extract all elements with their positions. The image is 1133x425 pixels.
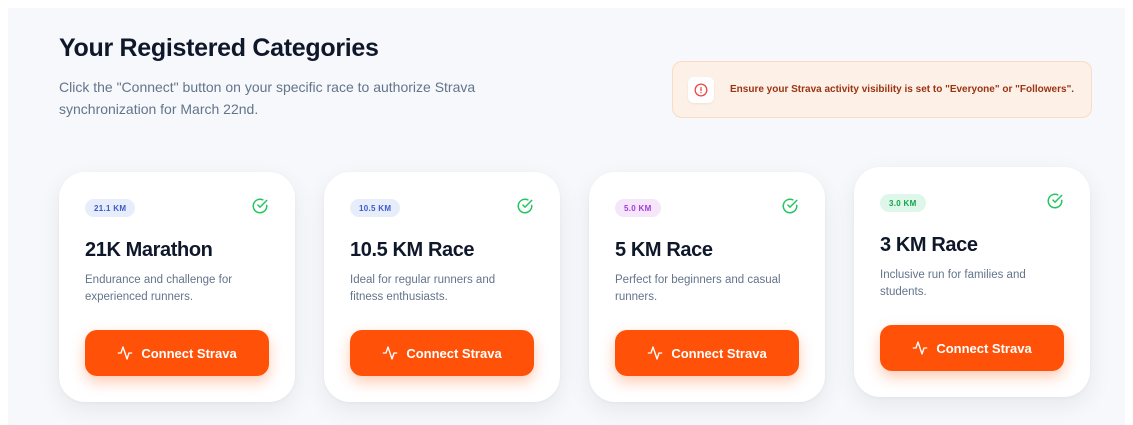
button-label: Connect Strava	[671, 345, 767, 361]
category-card-3k: 3.0 KM 3 KM Race Inclusive run for famil…	[854, 167, 1090, 397]
activity-icon	[382, 346, 398, 360]
connect-strava-button[interactable]: Connect Strava	[880, 325, 1064, 371]
category-card-10-5k: 10.5 KM 10.5 KM Race Ideal for regular r…	[324, 172, 560, 402]
category-description: Ideal for regular runners and fitness en…	[350, 274, 496, 303]
activity-icon	[117, 346, 133, 360]
category-description: Perfect for beginners and casual runners…	[615, 274, 781, 303]
check-circle-icon	[252, 198, 268, 214]
info-circle-icon	[688, 76, 714, 103]
button-label: Connect Strava	[141, 345, 237, 361]
check-circle-icon	[1047, 193, 1063, 209]
category-card-21k: 21.1 KM 21K Marathon Endurance and chall…	[59, 172, 295, 402]
notice-text: Ensure your Strava activity visibility i…	[730, 84, 1075, 95]
button-label: Connect Strava	[936, 340, 1032, 356]
page-subtitle: Click the "Connect" button on your speci…	[59, 79, 476, 117]
activity-icon	[912, 341, 928, 355]
activity-icon	[647, 346, 663, 360]
category-title: 10.5 KM Race	[350, 239, 475, 261]
category-title: 5 KM Race	[615, 239, 713, 261]
button-label: Connect Strava	[406, 345, 502, 361]
distance-badge: 21.1 KM	[85, 199, 136, 217]
page-title: Your Registered Categories	[59, 34, 379, 62]
distance-badge: 10.5 KM	[350, 199, 401, 217]
connect-strava-button[interactable]: Connect Strava	[350, 330, 534, 376]
category-card-5k: 5.0 KM 5 KM Race Perfect for beginners a…	[589, 172, 825, 402]
category-description: Inclusive run for families and students.	[880, 269, 1026, 298]
connect-strava-button[interactable]: Connect Strava	[615, 330, 799, 376]
visibility-notice: Ensure your Strava activity visibility i…	[672, 61, 1092, 118]
distance-badge: 3.0 KM	[880, 194, 926, 212]
check-circle-icon	[517, 198, 533, 214]
check-circle-icon	[782, 198, 798, 214]
category-title: 3 KM Race	[880, 234, 978, 256]
category-description: Endurance and challenge for experienced …	[85, 274, 233, 303]
connect-strava-button[interactable]: Connect Strava	[85, 330, 269, 376]
distance-badge: 5.0 KM	[615, 199, 661, 217]
category-title: 21K Marathon	[85, 239, 213, 261]
